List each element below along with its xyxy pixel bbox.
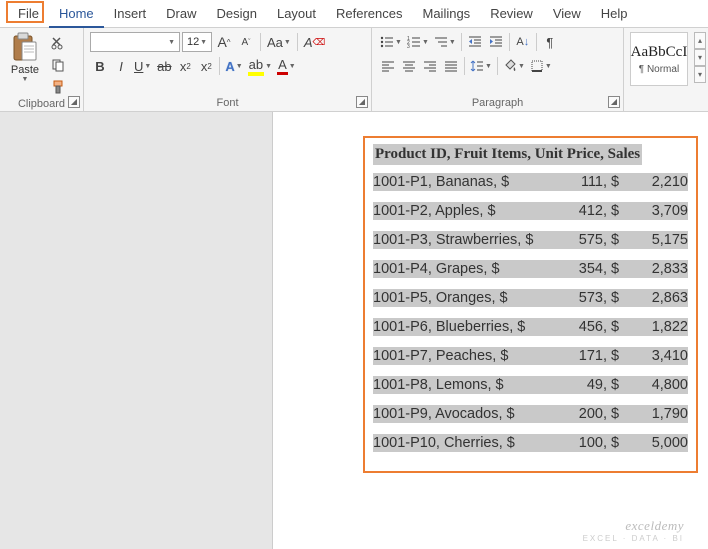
data-row: 1001-P1, Bananas, $111, $2,210: [373, 173, 688, 191]
navigation-pane[interactable]: [0, 112, 273, 549]
svg-text:3: 3: [407, 44, 410, 49]
ribbon-tabs: File Home Insert Draw Design Layout Refe…: [0, 0, 708, 28]
tab-home[interactable]: Home: [49, 0, 104, 28]
bold-button[interactable]: B: [90, 56, 110, 76]
align-right-button[interactable]: [420, 56, 440, 76]
borders-icon: [530, 59, 544, 73]
font-size-combo[interactable]: 12▼: [182, 32, 212, 52]
paste-label: Paste: [11, 64, 39, 76]
styles-scroll-up[interactable]: ▴: [694, 32, 706, 49]
shading-button[interactable]: ▼: [501, 56, 527, 76]
tab-view[interactable]: View: [543, 0, 591, 28]
cut-button[interactable]: [48, 34, 68, 52]
align-right-icon: [423, 60, 437, 72]
tab-layout[interactable]: Layout: [267, 0, 326, 28]
data-row: 1001-P6, Blueberries, $456, $1,822: [373, 318, 688, 336]
watermark: exceldemy EXCEL · DATA · BI: [583, 518, 684, 543]
data-row: 1001-P3, Strawberries, $575, $5,175: [373, 231, 688, 249]
align-center-button[interactable]: [399, 56, 419, 76]
change-case-button[interactable]: Aa▼: [265, 32, 293, 52]
styles-scroll-down[interactable]: ▾: [694, 49, 706, 66]
format-painter-button[interactable]: [48, 78, 68, 96]
data-row: 1001-P2, Apples, $412, $3,709: [373, 202, 688, 220]
text-effects-button[interactable]: A▼: [223, 56, 244, 76]
ribbon: Paste ▼ Clipboard ◢ ▼ 12▼ A^ Aˇ Aa▼ A⌫: [0, 28, 708, 112]
underline-button[interactable]: U▼: [132, 56, 153, 76]
paragraph-launcher[interactable]: ◢: [608, 96, 620, 108]
bucket-icon: [503, 59, 517, 73]
data-row: 1001-P7, Peaches, $171, $3,410: [373, 347, 688, 365]
paragraph-group-label: Paragraph: [378, 95, 617, 109]
paste-icon: [12, 32, 38, 62]
show-marks-button[interactable]: ¶: [540, 32, 560, 52]
align-center-icon: [402, 60, 416, 72]
font-group-label: Font: [90, 95, 365, 109]
italic-button[interactable]: I: [111, 56, 131, 76]
outdent-icon: [468, 35, 482, 49]
numbering-button[interactable]: 123▼: [405, 32, 431, 52]
data-row: 1001-P8, Lemons, $49, $4,800: [373, 376, 688, 394]
borders-button[interactable]: ▼: [528, 56, 554, 76]
data-row: 1001-P10, Cherries, $100, $5,000: [373, 434, 688, 452]
superscript-button[interactable]: x2: [196, 56, 216, 76]
align-left-button[interactable]: [378, 56, 398, 76]
tab-references[interactable]: References: [326, 0, 412, 28]
highlight-button[interactable]: ab▼: [246, 56, 274, 76]
bullets-button[interactable]: ▼: [378, 32, 404, 52]
font-launcher[interactable]: ◢: [356, 96, 368, 108]
clear-formatting-button[interactable]: A⌫: [302, 32, 327, 52]
tab-mailings[interactable]: Mailings: [413, 0, 481, 28]
line-spacing-icon: [470, 59, 484, 73]
clipboard-launcher[interactable]: ◢: [68, 96, 80, 108]
font-color-button[interactable]: A▼: [275, 56, 298, 76]
sort-button[interactable]: A↓: [513, 32, 533, 52]
styles-scrollbar: ▴ ▾ ▾: [694, 32, 706, 83]
style-normal[interactable]: AaBbCcI ¶ Normal: [630, 32, 688, 86]
tab-design[interactable]: Design: [207, 0, 267, 28]
brush-icon: [51, 80, 65, 94]
strikethrough-button[interactable]: ab: [154, 56, 174, 76]
indent-icon: [489, 35, 503, 49]
clipboard-group-label: Clipboard: [6, 96, 77, 110]
tab-review[interactable]: Review: [480, 0, 543, 28]
data-row: 1001-P5, Oranges, $573, $2,863: [373, 289, 688, 307]
tab-draw[interactable]: Draw: [156, 0, 206, 28]
group-clipboard: Paste ▼ Clipboard ◢: [0, 28, 84, 111]
group-font: ▼ 12▼ A^ Aˇ Aa▼ A⌫ B I U▼ ab x2 x2 A▼ ab…: [84, 28, 372, 111]
data-row: 1001-P4, Grapes, $354, $2,833: [373, 260, 688, 278]
data-row: 1001-P9, Avocados, $200, $1,790: [373, 405, 688, 423]
grow-font-button[interactable]: A^: [214, 32, 234, 52]
numbering-icon: 123: [407, 35, 421, 49]
bullets-icon: [380, 35, 394, 49]
tab-help[interactable]: Help: [591, 0, 638, 28]
increase-indent-button[interactable]: [486, 32, 506, 52]
document-page[interactable]: Product ID, Fruit Items, Unit Price, Sal…: [273, 112, 708, 549]
group-paragraph: ▼ 123▼ ▼ A↓ ¶ ▼ ▼ ▼: [372, 28, 624, 111]
style-name-text: ¶ Normal: [639, 64, 679, 75]
group-styles: AaBbCcI ¶ Normal ▴ ▾ ▾: [624, 28, 706, 111]
style-sample-text: AaBbCcI: [631, 44, 688, 61]
tab-insert[interactable]: Insert: [104, 0, 157, 28]
multilevel-icon: [434, 35, 448, 49]
paste-button[interactable]: Paste ▼: [6, 32, 44, 83]
document-area: Product ID, Fruit Items, Unit Price, Sal…: [0, 112, 708, 549]
font-name-combo[interactable]: ▼: [90, 32, 180, 52]
tab-file[interactable]: File: [8, 0, 49, 28]
align-left-icon: [381, 60, 395, 72]
selection-highlight-box: Product ID, Fruit Items, Unit Price, Sal…: [363, 136, 698, 473]
justify-icon: [444, 60, 458, 72]
multilevel-list-button[interactable]: ▼: [432, 32, 458, 52]
justify-button[interactable]: [441, 56, 461, 76]
cut-icon: [51, 36, 65, 50]
subscript-button[interactable]: x2: [175, 56, 195, 76]
line-spacing-button[interactable]: ▼: [468, 56, 494, 76]
table-header-text: Product ID, Fruit Items, Unit Price, Sal…: [373, 144, 642, 165]
copy-button[interactable]: [48, 56, 68, 74]
copy-icon: [51, 58, 65, 72]
styles-expand[interactable]: ▾: [694, 66, 706, 83]
shrink-font-button[interactable]: Aˇ: [236, 32, 256, 52]
decrease-indent-button[interactable]: [465, 32, 485, 52]
